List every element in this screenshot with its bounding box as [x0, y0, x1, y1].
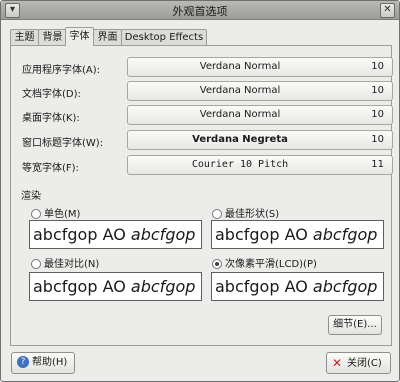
window-close-button[interactable]: ✕ [380, 3, 395, 18]
subpixel-option[interactable]: 次像素平滑(LCD)(P) [212, 255, 317, 270]
subpixel-label: 次像素平滑(LCD)(P) [225, 259, 317, 270]
help-label: 帮助(H) [32, 357, 68, 368]
subpixel-preview: abcfgop AO abcfgop [211, 272, 384, 301]
subpixel-preview-plain: abcfgop AO [215, 277, 313, 296]
monochrome-radio[interactable] [31, 209, 41, 219]
subpixel-radio[interactable] [212, 259, 222, 269]
monospace-font-button[interactable]: Courier 10 Pitch 11 [127, 155, 393, 175]
subpixel-preview-italic: abcfgop [312, 277, 378, 296]
best-contrast-option[interactable]: 最佳对比(N) [31, 255, 99, 270]
monospace-font-label: 等宽字体(F): [22, 163, 79, 174]
close-button[interactable]: ✕ 关闭(C) [326, 352, 391, 374]
window-title-font-name: Verdana Negreta [192, 134, 288, 145]
details-button[interactable]: 细节(E)... [328, 315, 382, 335]
best-shapes-preview-plain: abcfgop AO [215, 225, 313, 244]
monochrome-preview-italic: abcfgop [130, 225, 196, 244]
window-title: 外观首选项 [172, 5, 228, 18]
tab-theme[interactable]: 主题 [10, 29, 39, 45]
monochrome-option[interactable]: 单色(M) [31, 205, 80, 220]
best-shapes-label: 最佳形状(S) [225, 209, 280, 220]
help-icon: ? [17, 356, 29, 368]
monochrome-preview: abcfgop AO abcfgop [29, 220, 202, 249]
monospace-font-name: Courier 10 Pitch [191, 159, 289, 170]
window-title-font-button[interactable]: Verdana Negreta 10 [127, 130, 393, 150]
title-bar[interactable]: ▾ 外观首选项 ✕ [1, 1, 399, 20]
help-button[interactable]: ? 帮助(H) [11, 352, 75, 374]
best-shapes-preview-italic: abcfgop [312, 225, 378, 244]
monochrome-preview-plain: abcfgop AO [33, 225, 131, 244]
best-contrast-label: 最佳对比(N) [44, 259, 100, 270]
best-shapes-preview: abcfgop AO abcfgop [211, 220, 384, 249]
app-font-size: 10 [371, 61, 384, 72]
doc-font-name: Verdana Normal [199, 85, 281, 96]
app-font-label: 应用程序字体(A): [22, 65, 101, 76]
close-x-icon: ✕ [332, 356, 343, 370]
tab-fonts[interactable]: 字体 [65, 27, 94, 46]
best-shapes-option[interactable]: 最佳形状(S) [212, 205, 279, 220]
tab-interface[interactable]: 界面 [93, 29, 122, 45]
best-contrast-radio[interactable] [31, 259, 41, 269]
doc-font-button[interactable]: Verdana Normal 10 [127, 81, 393, 101]
tab-background[interactable]: 背景 [38, 29, 67, 45]
fonts-panel: 应用程序字体(A): Verdana Normal 10 文档字体(D): Ve… [10, 45, 393, 346]
appearance-preferences-window: ▾ 外观首选项 ✕ 主题 背景 字体 界面 Desktop Effects 应用… [0, 0, 400, 382]
best-shapes-radio[interactable] [212, 209, 222, 219]
tab-desktop-effects[interactable]: Desktop Effects [121, 29, 207, 45]
doc-font-label: 文档字体(D): [22, 89, 81, 100]
monochrome-label: 单色(M) [44, 209, 81, 220]
best-contrast-preview-plain: abcfgop AO [33, 277, 131, 296]
desktop-font-button[interactable]: Verdana Normal 10 [127, 105, 393, 125]
app-font-button[interactable]: Verdana Normal 10 [127, 57, 393, 77]
desktop-font-size: 10 [371, 109, 384, 120]
desktop-font-name: Verdana Normal [199, 109, 281, 120]
monospace-font-size: 11 [371, 159, 384, 170]
best-contrast-preview: abcfgop AO abcfgop [29, 272, 202, 301]
window-title-font-size: 10 [371, 134, 384, 145]
app-font-name: Verdana Normal [199, 61, 281, 72]
rendering-section-title: 渲染 [21, 191, 41, 202]
close-label: 关闭(C) [347, 358, 382, 369]
window-title-font-label: 窗口标题字体(W): [22, 138, 104, 149]
doc-font-size: 10 [371, 85, 384, 96]
best-contrast-preview-italic: abcfgop [130, 277, 196, 296]
desktop-font-label: 桌面字体(K): [22, 113, 80, 124]
